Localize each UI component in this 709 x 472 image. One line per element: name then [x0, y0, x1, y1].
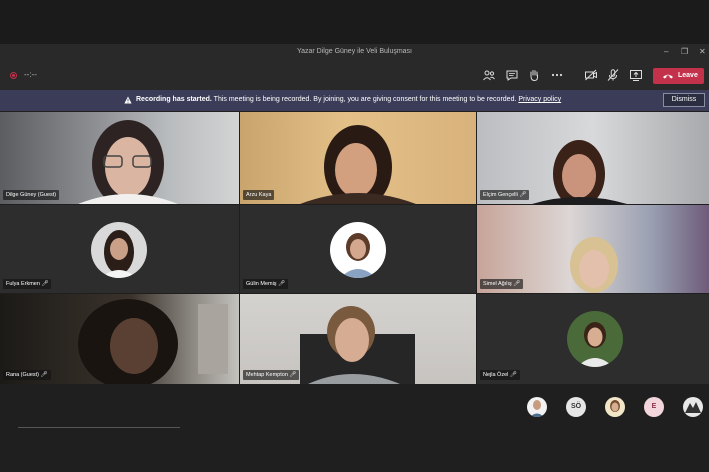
leave-button[interactable]: Leave	[653, 68, 704, 84]
participant-name: Nejla Özel 🎤︎	[480, 370, 520, 380]
video-tile-simel-agilis[interactable]: Simel Ağılış 🎤︎	[477, 205, 709, 293]
participant-name-text: Simel Ağılış	[483, 281, 512, 287]
participant-name-text: Gülin Memiş	[246, 281, 277, 287]
participant-name-text: Nejla Özel	[483, 372, 509, 378]
hang-up-icon	[663, 74, 673, 79]
participant-name: Elçim Gençelli 🎤︎	[480, 190, 530, 200]
close-window-button[interactable]: ✕	[699, 47, 706, 56]
overflow-participant-avatar[interactable]	[605, 397, 625, 417]
video-tile-fulya-erkmen[interactable]: Fulya Erkmen 🎤︎	[0, 205, 239, 293]
video-tile-gulin-memis[interactable]: Gülin Memiş 🎤︎	[240, 205, 476, 293]
overflow-participant-avatar[interactable]	[683, 397, 703, 417]
participant-video	[300, 125, 416, 204]
leave-label: Leave	[678, 72, 698, 79]
microphone-muted-icon: 🎤︎	[41, 281, 49, 287]
camera-off-icon[interactable]	[584, 68, 598, 82]
participant-name: Rana (Guest) 🎤︎	[3, 370, 51, 380]
meeting-timer: --:--	[24, 70, 37, 79]
microphone-off-icon[interactable]	[606, 68, 620, 82]
dismiss-button[interactable]: Dismiss	[663, 93, 705, 107]
participant-name: Gülin Memiş 🎤︎	[243, 279, 289, 289]
recording-message-text: This meeting is being recorded. By joini…	[211, 96, 517, 103]
participant-name-text: Elçim Gençelli	[483, 192, 518, 198]
video-tile-nejla-ozel[interactable]: Nejla Özel 🎤︎	[477, 294, 709, 384]
recording-message-bold: Recording has started.	[136, 96, 212, 103]
microphone-muted-icon: 🎤︎	[40, 372, 48, 378]
recording-icon	[10, 72, 17, 79]
window-title: Yazar Dilge Güney ile Veli Buluşması	[296, 48, 413, 55]
minimize-button[interactable]: –	[664, 47, 668, 56]
microphone-muted-icon: 🎤︎	[509, 372, 517, 378]
divider	[18, 427, 180, 428]
title-bar: Yazar Dilge Güney ile Veli Buluşması – ❐…	[0, 44, 709, 61]
recording-banner: Recording has started. This meeting is b…	[0, 90, 709, 111]
video-tile-elcim-gencelli[interactable]: Elçim Gençelli 🎤︎	[477, 112, 709, 204]
participant-name-text: Fulya Erkmen	[6, 281, 40, 287]
chat-icon[interactable]	[505, 68, 519, 82]
overflow-participant-initials[interactable]: SÖ	[566, 397, 586, 417]
microphone-muted-icon: 🎤︎	[513, 281, 521, 287]
participant-avatar	[567, 311, 623, 367]
participant-name: Mehtap Kempton 🎤︎	[243, 370, 300, 380]
participant-name: Simel Ağılış 🎤︎	[480, 279, 524, 289]
more-options-icon[interactable]	[550, 68, 564, 82]
microphone-muted-icon: 🎤︎	[289, 372, 297, 378]
microphone-muted-icon: 🎤︎	[278, 281, 286, 287]
overflow-participant-initials[interactable]: E	[644, 397, 664, 417]
video-tile-arzu-kaya[interactable]: Arzu Kaya	[240, 112, 476, 204]
top-background	[0, 0, 709, 44]
microphone-muted-icon: 🎤︎	[519, 192, 527, 198]
video-tile-dilge-guney[interactable]: Dilge Güney (Guest)	[0, 112, 239, 204]
participant-name: Dilge Güney (Guest)	[3, 190, 60, 200]
recording-message: Recording has started. This meeting is b…	[136, 96, 561, 103]
meeting-toolbar: --:-- Leave	[0, 61, 709, 90]
warning-icon	[124, 96, 132, 104]
participant-name-text: Mehtap Kempton	[246, 372, 288, 378]
participant-name: Fulya Erkmen 🎤︎	[3, 279, 52, 289]
participant-name-text: Rana (Guest)	[6, 372, 40, 378]
raise-hand-icon[interactable]	[527, 68, 541, 82]
participants-icon[interactable]	[482, 68, 496, 82]
overflow-participant-avatar[interactable]	[527, 397, 547, 417]
share-screen-icon[interactable]	[629, 68, 643, 82]
privacy-policy-link[interactable]: Privacy policy	[518, 96, 561, 103]
participant-avatar	[330, 222, 386, 278]
restore-button[interactable]: ❐	[681, 47, 688, 56]
participant-name: Arzu Kaya	[243, 190, 275, 200]
video-tile-rana[interactable]: Rana (Guest) 🎤︎	[0, 294, 239, 384]
video-tile-mehtap-kempton[interactable]: Mehtap Kempton 🎤︎	[240, 294, 476, 384]
participant-avatar	[91, 222, 147, 278]
